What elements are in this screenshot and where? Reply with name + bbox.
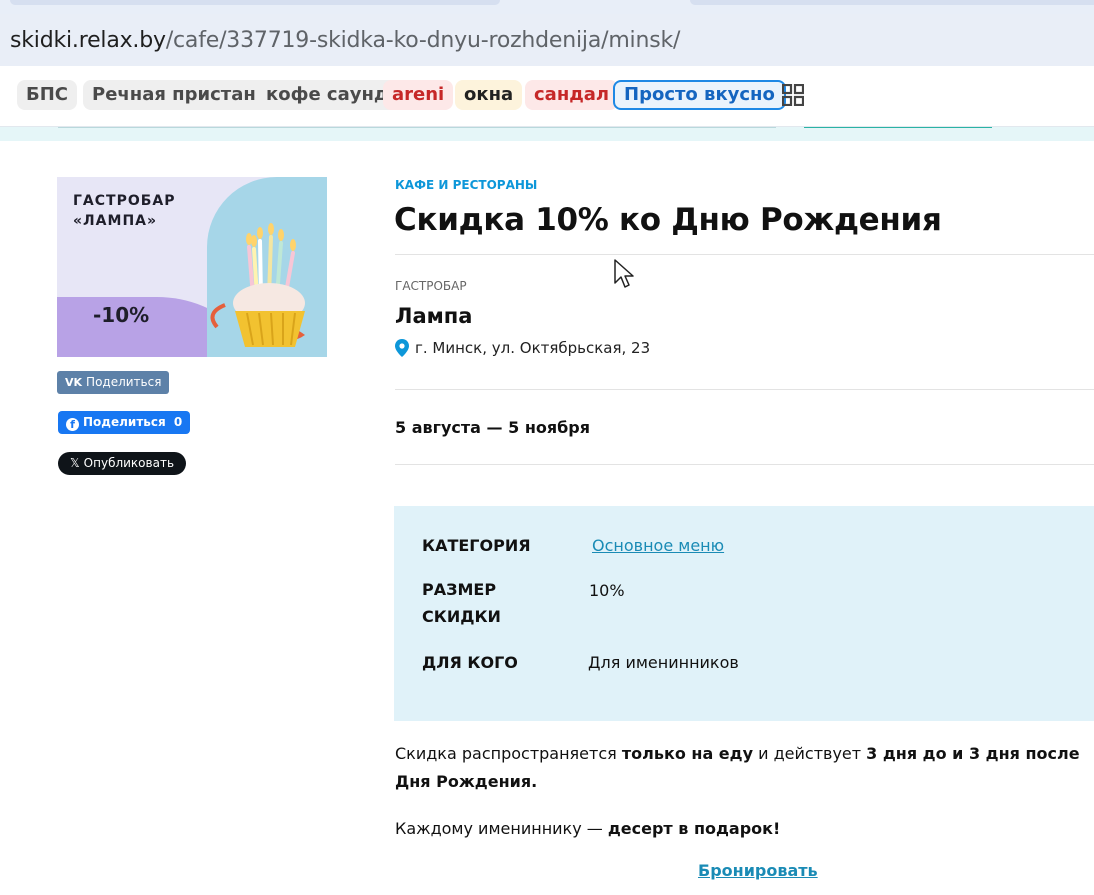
facebook-share-count: 0 (173, 415, 183, 429)
x-icon: 𝕏 (70, 456, 80, 470)
banner-title-line: «ЛАМПА» (73, 213, 158, 229)
detail-value-size: 10% (589, 581, 625, 600)
facebook-icon: f (66, 418, 79, 431)
vk-share-button[interactable]: VK Поделиться (57, 371, 170, 394)
text-bold: только на еду (621, 744, 754, 763)
venue-address[interactable]: г. Минск, ул. Октябрьская, 23 (395, 339, 650, 357)
location-pin-icon (395, 339, 409, 357)
tag-item[interactable]: окна (455, 80, 523, 110)
page-title: Скидка 10% ко Дню Рождения (394, 202, 942, 238)
offer-details-box: КАТЕГОРИЯ Основное меню РАЗМЕР СКИДКИ 10… (394, 506, 1094, 721)
url-text[interactable]: skidki.relax.by/cafe/337719-skidka-ko-dn… (0, 28, 680, 53)
tag-item[interactable]: сандал (525, 80, 619, 110)
x-post-button[interactable]: 𝕏 Опубликовать (58, 452, 187, 475)
offer-category-link[interactable]: КАФЕ И РЕСТОРАНЫ (395, 178, 537, 192)
category-menu-link[interactable]: Основное меню (592, 536, 724, 555)
divider (58, 127, 776, 128)
grid-menu-icon[interactable] (782, 84, 804, 106)
header-band (0, 127, 1094, 141)
text: Скидка распространяется (395, 744, 622, 763)
tag-item[interactable]: БПС (17, 80, 77, 110)
facebook-share-label: Поделиться (83, 415, 166, 429)
tag-item[interactable]: Речная пристань (83, 80, 277, 110)
cupcake-illustration (210, 223, 305, 347)
offer-dates: 5 августа — 5 ноября (395, 418, 591, 437)
venue-type: ГАСТРОБАР (395, 279, 467, 293)
tag-item[interactable]: кофе саунд (257, 80, 398, 110)
facebook-share-button[interactable]: f Поделиться 0 (58, 411, 191, 434)
tag-item[interactable]: areni (383, 80, 454, 110)
text: и действует (753, 744, 867, 763)
browser-tab[interactable] (10, 0, 500, 5)
detail-key-size: РАЗМЕР СКИДКИ (422, 576, 501, 630)
divider-accent (804, 127, 992, 128)
detail-key-category: КАТЕГОРИЯ (422, 536, 531, 555)
banner-discount: -10% (93, 303, 150, 327)
mouse-cursor-icon (614, 259, 634, 288)
address-text: г. Минск, ул. Октябрьская, 23 (415, 339, 651, 357)
vk-icon: VK (65, 376, 83, 389)
x-post-label: Опубликовать (83, 456, 175, 470)
tag-item-active[interactable]: Просто вкусно (613, 80, 786, 110)
tag-bar: БПС Речная пристань кофе саунд areni окн… (0, 66, 1094, 127)
detail-key-size-line: РАЗМЕР (422, 580, 497, 599)
venue-name[interactable]: Лампа (395, 304, 472, 328)
detail-value-category: Основное меню (592, 532, 724, 559)
text-bold: десерт в подарок! (607, 819, 781, 838)
browser-tab[interactable] (690, 0, 1094, 5)
address-bar[interactable]: skidki.relax.by/cafe/337719-skidka-ko-dn… (0, 14, 1094, 66)
banner-title: ГАСТРОБАР «ЛАМПА» (73, 191, 176, 231)
detail-key-for: ДЛЯ КОГО (422, 653, 518, 672)
detail-key-size-line: СКИДКИ (422, 607, 501, 626)
vk-share-label: Поделиться (86, 375, 162, 389)
detail-value-for: Для именинников (588, 653, 739, 672)
offer-banner-image: ГАСТРОБАР «ЛАМПА» -10% (57, 177, 327, 357)
divider (395, 389, 1094, 390)
book-link[interactable]: Бронировать (698, 861, 818, 880)
text: Каждому имениннику — (395, 819, 608, 838)
banner-title-line: ГАСТРОБАР (73, 193, 176, 209)
url-host: skidki.relax.by (10, 27, 166, 53)
divider (395, 464, 1094, 465)
offer-gift-note: Каждому имениннику — десерт в подарок! (395, 815, 780, 843)
divider (395, 254, 1094, 255)
offer-description: Скидка распространяется только на еду и … (395, 740, 1085, 796)
url-path: /cafe/337719-skidka-ko-dnyu-rozhdenija/m… (165, 27, 681, 53)
browser-tab-strip (0, 0, 1094, 14)
